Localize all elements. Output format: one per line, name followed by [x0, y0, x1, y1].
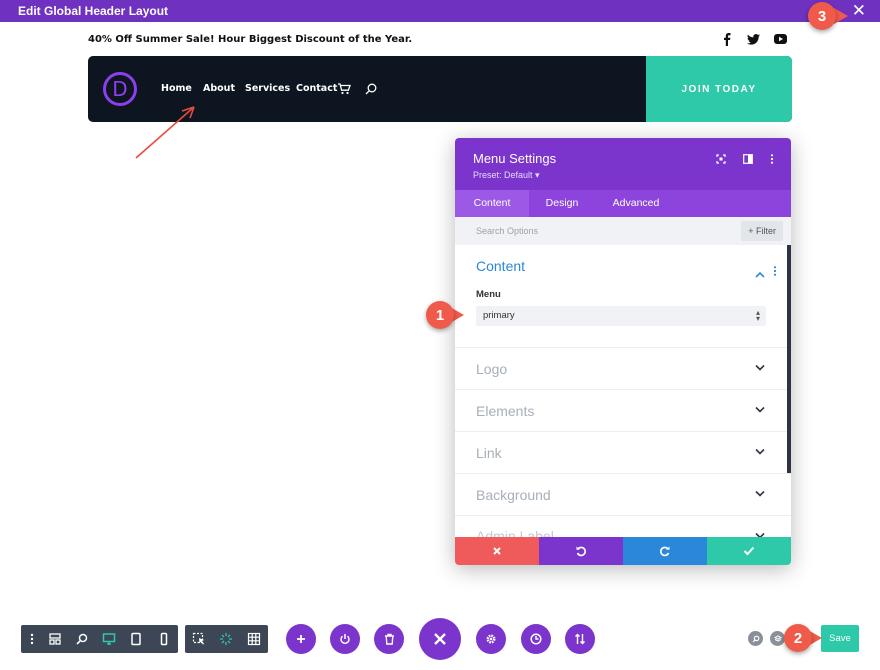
more-options-icon[interactable] [765, 152, 779, 166]
search-options-bar: Search Options + Filter [455, 217, 791, 245]
menu-select[interactable]: primary ▴ ▾ [476, 306, 766, 326]
delete-button[interactable] [374, 624, 404, 654]
search-options-input[interactable]: Search Options [476, 226, 538, 236]
trash-icon [384, 633, 394, 645]
save-changes-button[interactable] [707, 537, 791, 565]
chevron-down-icon [755, 490, 765, 497]
promo-text: 40% Off Summer Sale! Hour Biggest Discou… [88, 34, 413, 45]
grid-mode-icon[interactable] [247, 632, 261, 646]
annotation-badge-1: 1 [426, 301, 454, 329]
clock-icon [530, 633, 542, 645]
desktop-view-icon[interactable] [102, 632, 116, 646]
plus-icon [297, 635, 305, 643]
tablet-view-icon[interactable] [129, 632, 143, 646]
import-export-icon [575, 633, 585, 645]
undo-button[interactable] [539, 537, 623, 565]
badge-3-tail [834, 8, 848, 24]
panel-title: Menu Settings [473, 151, 557, 166]
annotation-arrow [135, 106, 195, 159]
section-background-row[interactable]: Background [455, 473, 791, 515]
split-view-icon[interactable] [741, 152, 755, 166]
chevron-up-icon[interactable] [755, 265, 765, 283]
annotation-badge-2: 2 [784, 624, 812, 652]
section-background-label: Background [476, 487, 551, 503]
section-logo-label: Logo [476, 361, 508, 377]
redo-icon [659, 546, 670, 557]
close-icon[interactable]: ✕ [852, 2, 866, 20]
portability-button[interactable] [565, 624, 595, 654]
section-admin-label-row[interactable]: Admin Label [455, 515, 791, 537]
youtube-icon[interactable] [773, 32, 787, 46]
close-icon [493, 547, 501, 555]
view-toolbar [21, 625, 178, 653]
twitter-icon[interactable] [746, 32, 760, 46]
preset-selector[interactable]: Preset: Default ▾ [473, 170, 540, 181]
section-elements-label: Elements [476, 403, 535, 419]
power-button[interactable] [330, 624, 360, 654]
section-content-title[interactable]: Content [476, 258, 525, 274]
search-help-button[interactable] [748, 631, 763, 646]
panel-footer [455, 537, 791, 565]
save-button[interactable]: Save [821, 625, 859, 652]
layers-button[interactable] [770, 631, 785, 646]
mode-toolbar [185, 625, 268, 653]
builder-window: Edit Global Header Layout ✕ 40% Off Summ… [0, 0, 880, 670]
history-button[interactable] [521, 624, 551, 654]
chevron-down-icon [755, 448, 765, 455]
nav-about[interactable]: About [203, 83, 235, 94]
panel-tabs: Content Design Advanced [455, 190, 791, 217]
section-more-icon[interactable] [773, 263, 777, 281]
redo-button[interactable] [623, 537, 707, 565]
checkmark-icon [743, 546, 755, 556]
exit-builder-button[interactable] [419, 618, 461, 660]
power-icon [340, 634, 350, 645]
fullscreen-icon[interactable] [714, 152, 728, 166]
section-link-label: Link [476, 445, 502, 461]
join-today-button[interactable]: JOIN TODAY [646, 56, 792, 122]
menu-dots-icon[interactable] [25, 632, 39, 646]
add-module-button[interactable] [286, 624, 316, 654]
tab-design[interactable]: Design [529, 190, 595, 217]
annotation-badge-3: 3 [808, 2, 836, 30]
layers-icon [773, 634, 782, 642]
chevron-down-icon [755, 532, 765, 537]
select-mode-icon[interactable] [192, 632, 206, 646]
menu-field-label: Menu [476, 289, 501, 300]
panel-header: Menu Settings Preset: Default ▾ [455, 138, 791, 190]
chevron-down-icon [755, 406, 765, 413]
phone-view-icon[interactable] [157, 632, 171, 646]
facebook-icon[interactable] [720, 32, 734, 46]
section-admin-label-label: Admin Label [476, 528, 554, 537]
nav-contact[interactable]: Contact [296, 83, 337, 94]
tab-advanced[interactable]: Advanced [595, 190, 677, 217]
filter-button[interactable]: + Filter [741, 221, 783, 241]
section-elements-row[interactable]: Elements [455, 389, 787, 431]
search-icon[interactable] [365, 82, 377, 100]
nav-services[interactable]: Services [245, 83, 290, 94]
section-logo-row[interactable]: Logo [455, 347, 787, 389]
section-link-row[interactable]: Link [455, 431, 787, 473]
wireframe-icon[interactable] [48, 632, 62, 646]
panel-scrollbar[interactable] [787, 245, 791, 473]
zoom-icon[interactable] [75, 632, 89, 646]
discard-button[interactable] [455, 537, 539, 565]
select-arrows-icon: ▴ ▾ [755, 308, 760, 323]
titlebar: Edit Global Header Layout ✕ [0, 0, 880, 22]
menu-select-value: primary [483, 310, 515, 321]
undo-icon [576, 546, 587, 557]
cart-icon[interactable] [338, 82, 351, 100]
click-mode-icon[interactable] [219, 632, 233, 646]
nav-home[interactable]: Home [161, 83, 192, 94]
tab-content[interactable]: Content [455, 190, 529, 217]
window-title: Edit Global Header Layout [18, 4, 169, 18]
gear-icon [486, 634, 496, 644]
search-icon [752, 635, 759, 642]
chevron-down-icon [755, 364, 765, 371]
close-icon [434, 633, 446, 645]
settings-button[interactable] [476, 624, 506, 654]
